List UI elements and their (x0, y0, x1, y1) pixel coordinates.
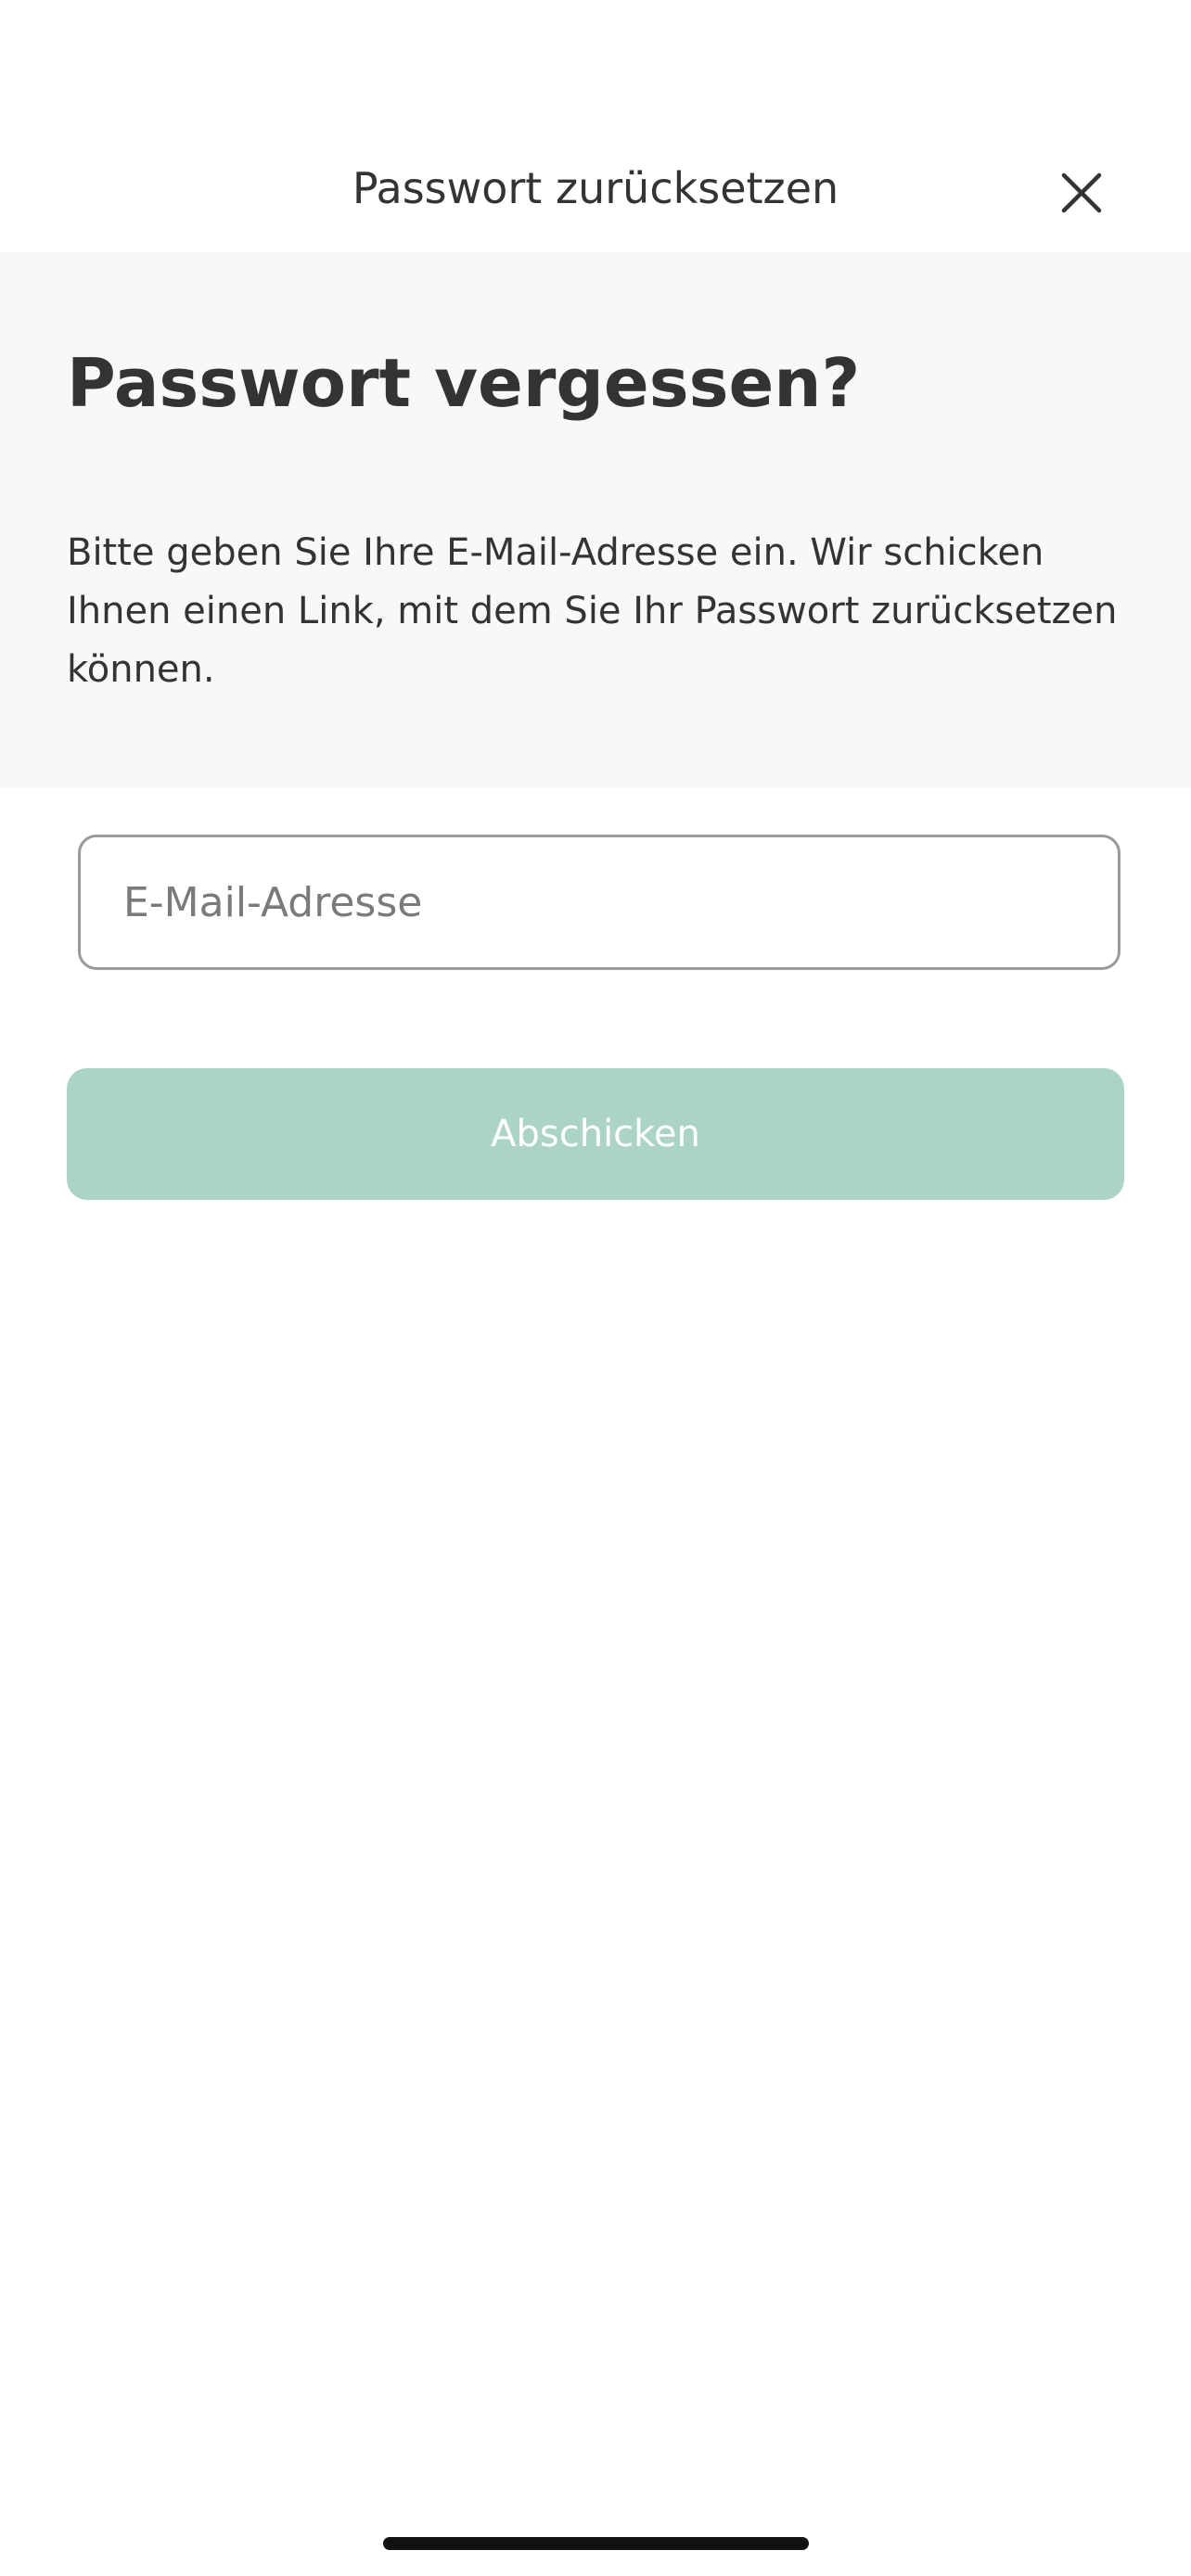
close-icon (1061, 172, 1102, 213)
intro-panel: Passwort vergessen? Bitte geben Sie Ihre… (0, 252, 1191, 788)
intro-heading: Passwort vergessen? (67, 344, 861, 422)
status-bar (0, 0, 1191, 121)
home-indicator (383, 2537, 809, 2550)
intro-text: Bitte geben Sie Ihre E-Mail-Adresse ein.… (67, 531, 1118, 691)
navigation-bar: Passwort zurücksetzen (0, 121, 1191, 252)
password-reset-screen: Passwort zurücksetzen Passwort vergessen… (0, 0, 1191, 2576)
submit-button[interactable]: Abschicken (67, 1068, 1124, 1200)
close-button[interactable] (1046, 158, 1117, 228)
email-field[interactable] (78, 835, 1121, 970)
page-title: Passwort zurücksetzen (352, 163, 839, 213)
